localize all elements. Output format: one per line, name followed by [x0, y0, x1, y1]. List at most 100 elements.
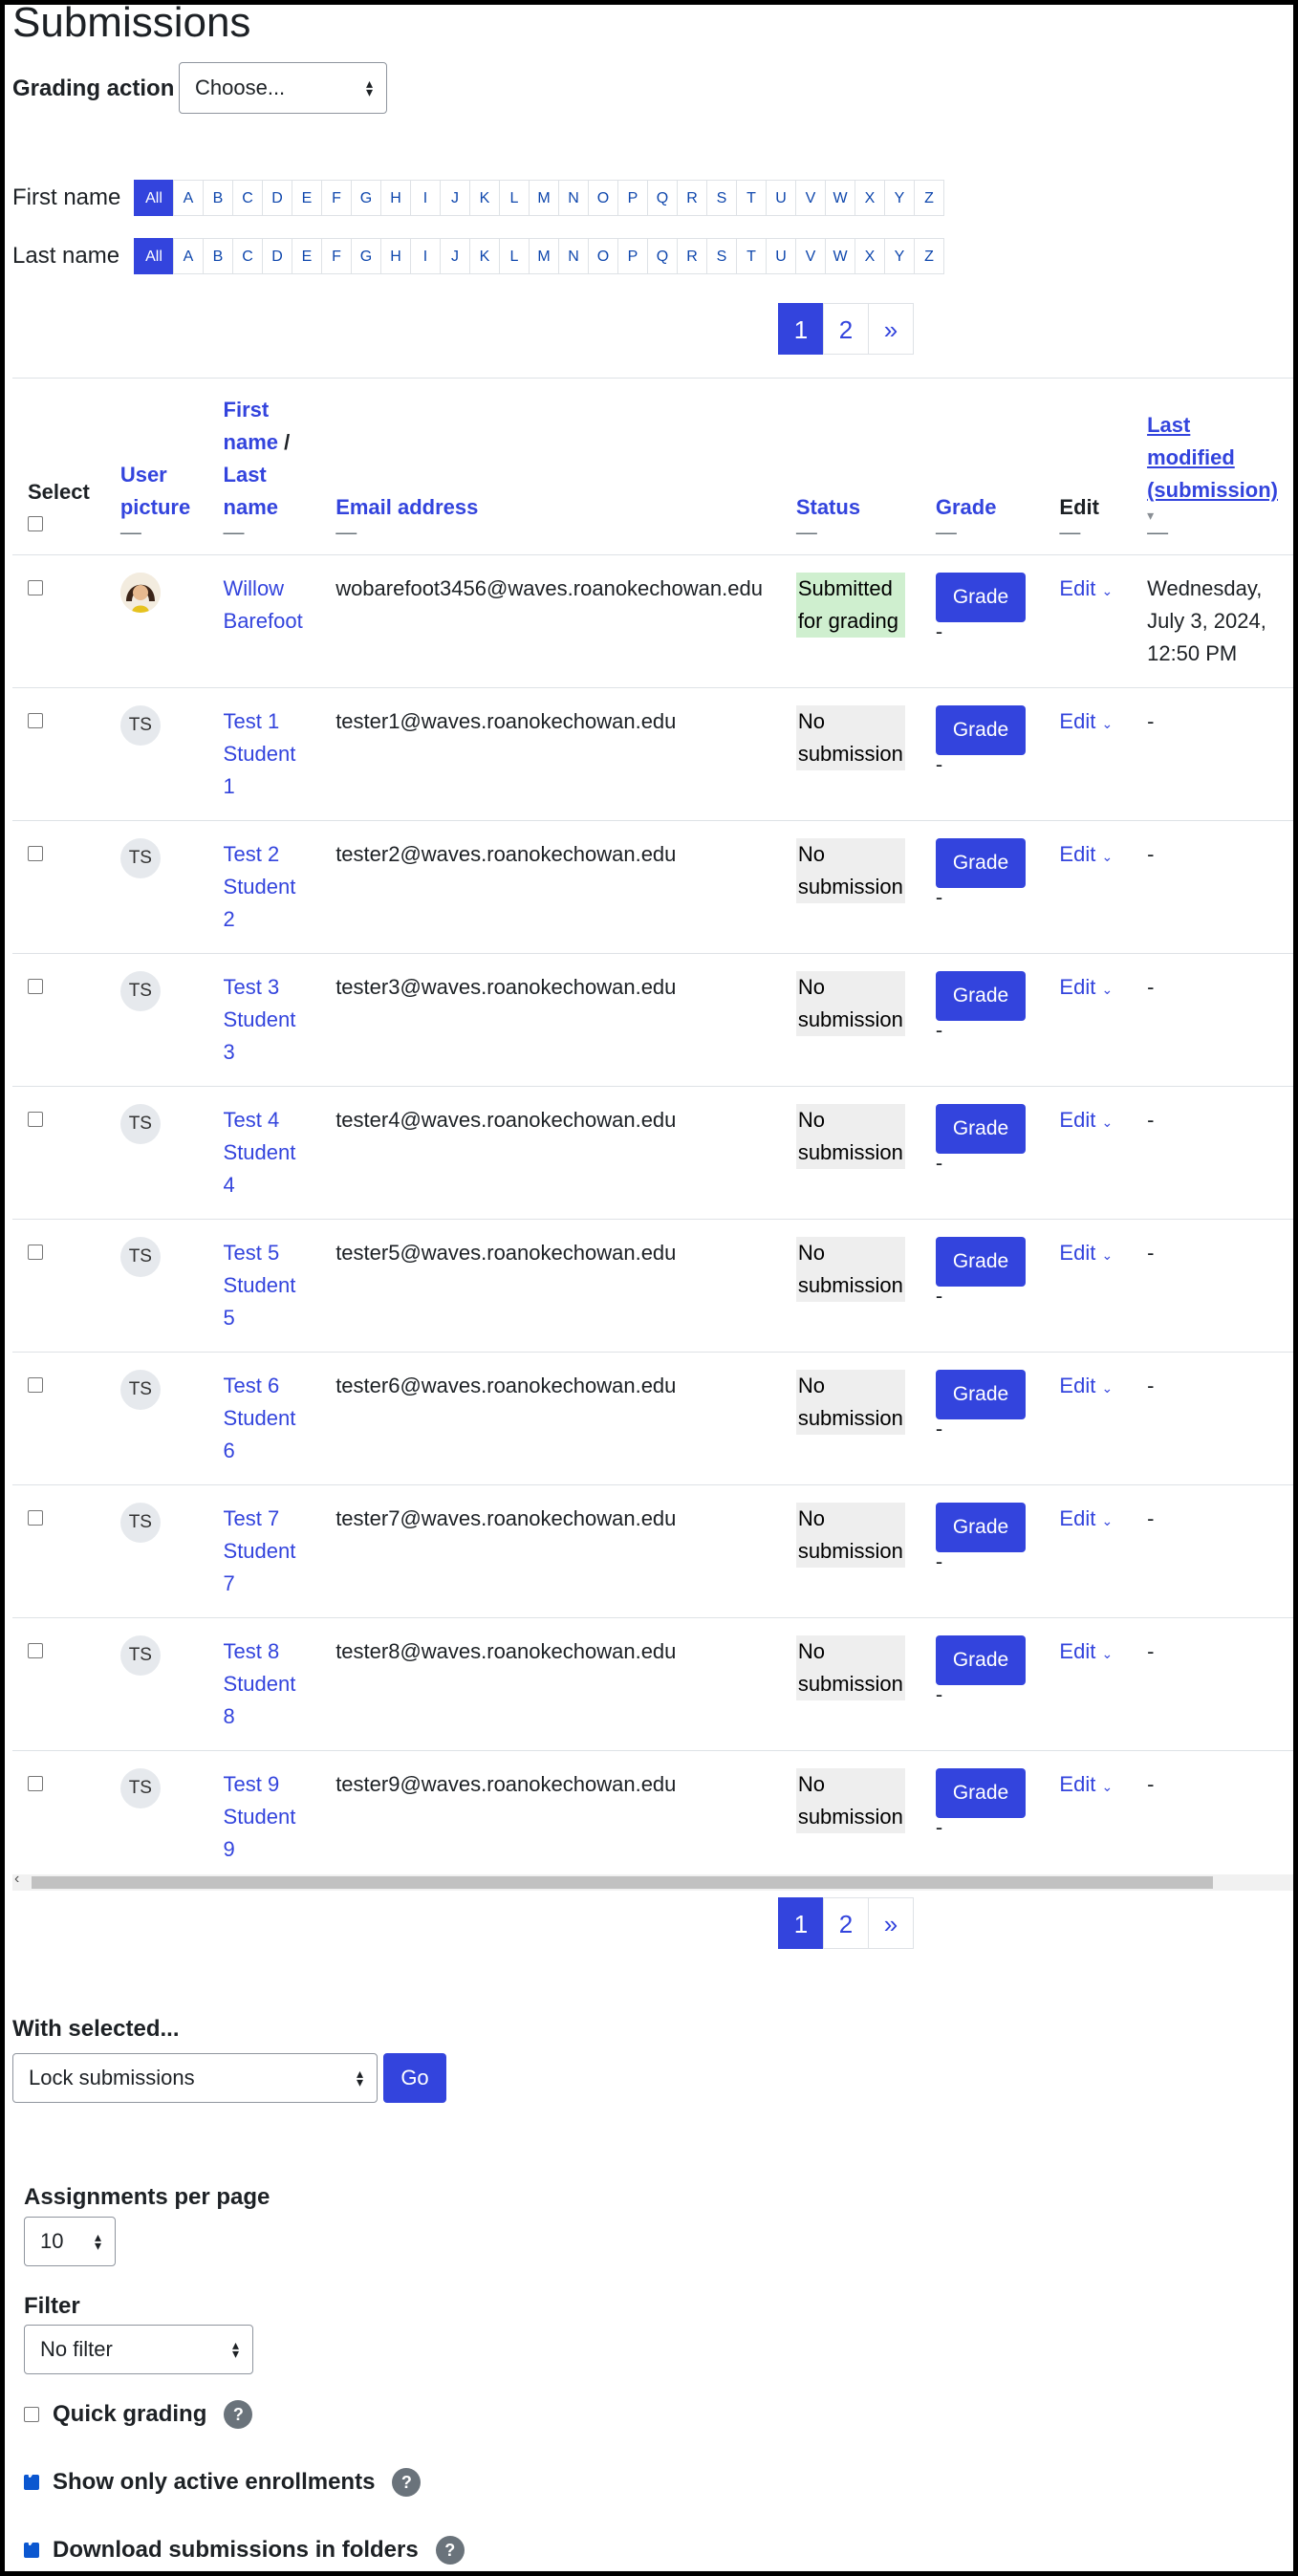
help-icon[interactable]: ?: [392, 2468, 422, 2497]
last-initial-q[interactable]: Q: [647, 238, 678, 274]
last-initial-v[interactable]: V: [795, 238, 826, 274]
user-name-link[interactable]: Willow Barefoot: [224, 576, 303, 633]
page-1-link[interactable]: 1: [778, 1897, 824, 1949]
last-initial-k[interactable]: K: [469, 238, 500, 274]
first-initial-d[interactable]: D: [262, 180, 292, 216]
first-initial-v[interactable]: V: [795, 180, 826, 216]
first-initial-f[interactable]: F: [321, 180, 352, 216]
last-modified-hide-toggle[interactable]: —: [1147, 522, 1278, 543]
status-hide-toggle[interactable]: —: [796, 522, 905, 543]
user-name-link[interactable]: Test 7 Student 7: [224, 1506, 296, 1595]
last-initial-e[interactable]: E: [292, 238, 322, 274]
user-initials-avatar[interactable]: TS: [119, 1370, 161, 1410]
user-name-link[interactable]: Test 5 Student 5: [224, 1241, 296, 1330]
page-2-link[interactable]: 2: [823, 303, 869, 355]
last-initial-g[interactable]: G: [351, 238, 381, 274]
last-initial-u[interactable]: U: [766, 238, 796, 274]
user-picture-hide-toggle[interactable]: —: [120, 522, 193, 543]
first-initial-c[interactable]: C: [232, 180, 263, 216]
grade-button[interactable]: Grade: [935, 1237, 1027, 1287]
last-initial-i[interactable]: I: [410, 238, 441, 274]
first-initial-w[interactable]: W: [825, 180, 855, 216]
first-initial-x[interactable]: X: [855, 180, 885, 216]
edit-menu-toggle[interactable]: Edit ⌄: [1059, 975, 1113, 999]
user-name-link[interactable]: Test 6 Student 6: [224, 1374, 296, 1462]
edit-menu-toggle[interactable]: Edit ⌄: [1059, 1772, 1113, 1796]
help-icon[interactable]: ?: [224, 2400, 253, 2429]
status-sort-link[interactable]: Status: [796, 495, 860, 519]
go-button[interactable]: Go: [383, 2053, 446, 2103]
edit-menu-toggle[interactable]: Edit ⌄: [1059, 1108, 1113, 1132]
last-initial-l[interactable]: L: [499, 238, 530, 274]
first-initial-r[interactable]: R: [677, 180, 707, 216]
grade-button[interactable]: Grade: [935, 971, 1027, 1021]
edit-menu-toggle[interactable]: Edit ⌄: [1059, 576, 1113, 600]
email-sort-link[interactable]: Email address: [335, 495, 478, 519]
first-initial-j[interactable]: J: [440, 180, 470, 216]
user-initials-avatar[interactable]: TS: [119, 1104, 161, 1144]
user-name-link[interactable]: Test 4 Student 4: [224, 1108, 296, 1197]
last-initial-x[interactable]: X: [855, 238, 885, 274]
edit-menu-toggle[interactable]: Edit ⌄: [1059, 842, 1113, 866]
last-initial-all[interactable]: All: [134, 238, 174, 274]
grade-button[interactable]: Grade: [935, 1104, 1027, 1154]
next-page-link[interactable]: »: [868, 303, 914, 355]
row-select-checkbox[interactable]: [28, 1776, 43, 1791]
first-initial-q[interactable]: Q: [647, 180, 678, 216]
grade-button[interactable]: Grade: [935, 573, 1027, 622]
first-initial-t[interactable]: T: [736, 180, 767, 216]
download-folders-checkbox[interactable]: [24, 2535, 39, 2558]
row-select-checkbox[interactable]: [28, 979, 43, 994]
user-initials-avatar[interactable]: TS: [119, 705, 161, 746]
last-initial-a[interactable]: A: [173, 238, 204, 274]
quick-grading-checkbox[interactable]: [24, 2407, 39, 2422]
grade-button[interactable]: Grade: [935, 838, 1027, 888]
scroll-left-icon[interactable]: ‹: [14, 1871, 19, 1888]
active-enrollments-checkbox[interactable]: [24, 2467, 39, 2490]
edit-hide-toggle[interactable]: —: [1059, 522, 1116, 543]
table-horizontal-scrollbar[interactable]: ‹: [12, 1871, 1293, 1891]
grading-action-select[interactable]: Choose... ▴ ▾: [179, 62, 387, 114]
last-initial-f[interactable]: F: [321, 238, 352, 274]
first-initial-a[interactable]: A: [173, 180, 204, 216]
email-hide-toggle[interactable]: —: [335, 522, 766, 543]
first-initial-l[interactable]: L: [499, 180, 530, 216]
edit-menu-toggle[interactable]: Edit ⌄: [1059, 1506, 1113, 1530]
first-initial-z[interactable]: Z: [914, 180, 944, 216]
last-initial-d[interactable]: D: [262, 238, 292, 274]
scrollbar-thumb[interactable]: [32, 1876, 1213, 1889]
bulk-action-select[interactable]: Lock submissions ▴ ▾: [12, 2053, 378, 2103]
last-name-sort-link[interactable]: Last name: [224, 463, 278, 519]
first-initial-h[interactable]: H: [380, 180, 411, 216]
row-select-checkbox[interactable]: [28, 1377, 43, 1393]
row-select-checkbox[interactable]: [28, 713, 43, 728]
last-initial-t[interactable]: T: [736, 238, 767, 274]
last-initial-j[interactable]: J: [440, 238, 470, 274]
last-initial-m[interactable]: M: [529, 238, 559, 274]
user-name-link[interactable]: Test 3 Student 3: [224, 975, 296, 1064]
edit-menu-toggle[interactable]: Edit ⌄: [1059, 1639, 1113, 1663]
row-select-checkbox[interactable]: [28, 1245, 43, 1260]
edit-menu-toggle[interactable]: Edit ⌄: [1059, 1374, 1113, 1397]
edit-menu-toggle[interactable]: Edit ⌄: [1059, 1241, 1113, 1265]
page-2-link[interactable]: 2: [823, 1897, 869, 1949]
grade-button[interactable]: Grade: [935, 1635, 1027, 1685]
last-initial-y[interactable]: Y: [884, 238, 915, 274]
user-initials-avatar[interactable]: TS: [119, 1237, 161, 1277]
first-initial-s[interactable]: S: [706, 180, 737, 216]
last-initial-n[interactable]: N: [558, 238, 589, 274]
name-hide-toggle[interactable]: —: [224, 522, 306, 543]
first-initial-n[interactable]: N: [558, 180, 589, 216]
user-initials-avatar[interactable]: TS: [119, 971, 161, 1011]
grade-button[interactable]: Grade: [935, 1503, 1027, 1552]
user-initials-avatar[interactable]: TS: [119, 838, 161, 878]
last-initial-c[interactable]: C: [232, 238, 263, 274]
first-initial-g[interactable]: G: [351, 180, 381, 216]
last-initial-s[interactable]: S: [706, 238, 737, 274]
user-name-link[interactable]: Test 9 Student 9: [224, 1772, 296, 1861]
first-initial-m[interactable]: M: [529, 180, 559, 216]
last-initial-o[interactable]: O: [588, 238, 618, 274]
per-page-select[interactable]: 10 ▴ ▾: [24, 2217, 116, 2266]
grade-button[interactable]: Grade: [935, 1768, 1027, 1818]
user-picture-sort-link[interactable]: User picture: [120, 463, 190, 519]
